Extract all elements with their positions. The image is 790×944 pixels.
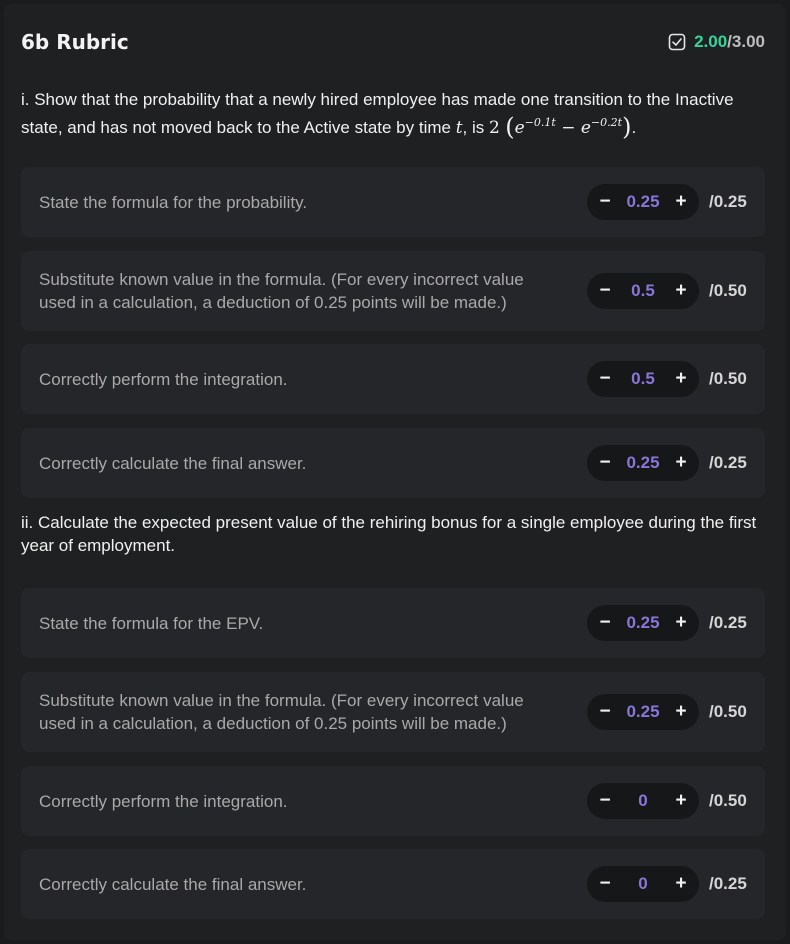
increment-button[interactable]: + bbox=[673, 280, 689, 302]
criterion-description: State the formula for the EPV. bbox=[39, 613, 264, 633]
score-stepper[interactable]: −0 + bbox=[587, 783, 699, 819]
awarded-points[interactable]: 0.25 bbox=[613, 613, 673, 633]
increment-button[interactable]: + bbox=[673, 452, 689, 474]
decrement-button[interactable]: − bbox=[597, 191, 613, 213]
score-total: 3.00 bbox=[731, 32, 765, 51]
score-stepper[interactable]: −0.5 + bbox=[587, 361, 699, 397]
rubric-criterion-row: Substitute known value in the formula. (… bbox=[21, 672, 765, 752]
criterion-description: Correctly perform the integration. bbox=[39, 369, 288, 389]
max-points: /0.50 bbox=[709, 791, 747, 810]
criterion-description: Substitute known value in the formula. (… bbox=[39, 270, 524, 312]
criterion-description: Substitute known value in the formula. (… bbox=[39, 691, 524, 733]
rubric-criterion-row: State the formula for the probability. −0… bbox=[21, 167, 765, 237]
max-points: /0.25 bbox=[709, 613, 747, 632]
criterion-description: Correctly perform the integration. bbox=[39, 791, 288, 811]
awarded-points[interactable]: 0.5 bbox=[613, 281, 673, 301]
max-points: /0.25 bbox=[709, 192, 747, 211]
rubric-criterion-row: State the formula for the EPV. −0.25 + /0.2… bbox=[21, 588, 765, 658]
decrement-button[interactable]: − bbox=[597, 612, 613, 634]
total-score: 2.00/3.00 bbox=[668, 32, 765, 52]
question-i-text-part: , is bbox=[462, 118, 489, 137]
math-exponent: −0.2t bbox=[590, 116, 623, 129]
max-points: /0.25 bbox=[709, 874, 747, 893]
awarded-points[interactable]: 0.25 bbox=[613, 702, 673, 722]
awarded-points[interactable]: 0 bbox=[613, 874, 673, 894]
rubric-header: 6b Rubric 2.00/3.00 bbox=[21, 28, 765, 56]
increment-button[interactable]: + bbox=[673, 368, 689, 390]
score-stepper[interactable]: −0.5 + bbox=[587, 273, 699, 309]
score-earned: 2.00 bbox=[694, 32, 728, 51]
awarded-points[interactable]: 0.25 bbox=[613, 453, 673, 473]
rubric-criterion-row: Substitute known value in the formula. (… bbox=[21, 251, 765, 331]
criterion-description: State the formula for the probability. bbox=[39, 192, 308, 212]
score-stepper[interactable]: −0.25 + bbox=[587, 694, 699, 730]
decrement-button[interactable]: − bbox=[597, 280, 613, 302]
rubric-criterion-row: Correctly calculate the final answer. −0 +… bbox=[21, 849, 765, 919]
decrement-button[interactable]: − bbox=[597, 452, 613, 474]
max-points: /0.50 bbox=[709, 369, 747, 388]
rubric-criterion-row: Correctly perform the integration. −0.5 + /… bbox=[21, 344, 765, 414]
question-i-text-part: . bbox=[631, 118, 637, 137]
rubric-title: 6b Rubric bbox=[21, 30, 129, 54]
decrement-button[interactable]: − bbox=[597, 790, 613, 812]
increment-button[interactable]: + bbox=[673, 701, 689, 723]
question-ii-text: ii. Calculate the expected present value… bbox=[21, 513, 757, 555]
max-points: /0.50 bbox=[709, 281, 747, 300]
awarded-points[interactable]: 0.5 bbox=[613, 369, 673, 389]
checkbox-check-icon[interactable] bbox=[668, 33, 686, 51]
math-coefficient: 2 bbox=[488, 118, 500, 138]
math-exponent: −0.1t bbox=[524, 116, 556, 129]
increment-button[interactable]: + bbox=[673, 873, 689, 895]
increment-button[interactable]: + bbox=[673, 612, 689, 634]
decrement-button[interactable]: − bbox=[597, 368, 613, 390]
awarded-points[interactable]: 0.25 bbox=[613, 192, 673, 212]
awarded-points[interactable]: 0 bbox=[613, 791, 673, 811]
question-i-text: i. Show that the probability that a newl… bbox=[21, 88, 770, 140]
decrement-button[interactable]: − bbox=[597, 701, 613, 723]
score-stepper[interactable]: −0.25 + bbox=[587, 445, 699, 481]
math-expression: 2 (e−0.1t − e−0.2t) bbox=[488, 113, 632, 141]
increment-button[interactable]: + bbox=[673, 191, 689, 213]
score-stepper[interactable]: −0.25 + bbox=[587, 184, 699, 220]
max-points: /0.50 bbox=[709, 702, 747, 721]
decrement-button[interactable]: − bbox=[597, 873, 613, 895]
score-stepper[interactable]: −0.25 + bbox=[587, 605, 699, 641]
max-points: /0.25 bbox=[709, 453, 747, 472]
rubric-criterion-row: Correctly perform the integration. −0 + /0.… bbox=[21, 766, 765, 836]
rubric-criterion-row: Correctly calculate the final answer. −0.… bbox=[21, 428, 765, 498]
increment-button[interactable]: + bbox=[673, 790, 689, 812]
score-stepper[interactable]: −0 + bbox=[587, 866, 699, 902]
criterion-description: Correctly calculate the final answer. bbox=[39, 874, 307, 894]
math-variable: t bbox=[455, 118, 463, 138]
criterion-description: Correctly calculate the final answer. bbox=[39, 453, 307, 473]
